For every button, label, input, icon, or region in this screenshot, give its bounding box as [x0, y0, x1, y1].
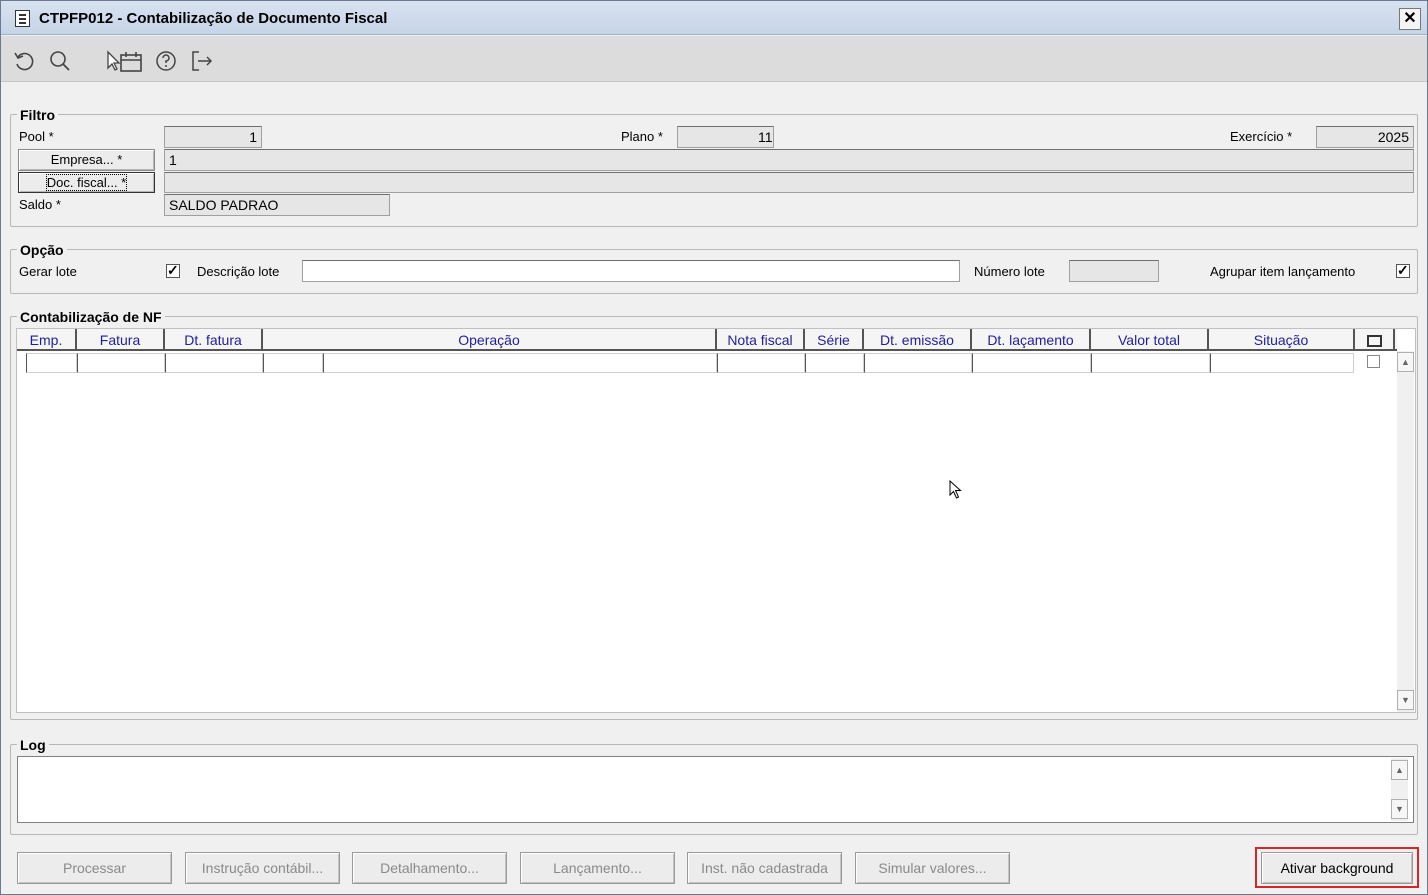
title-bar: CTPFP012 - Contabilização de Documento F…	[1, 1, 1427, 35]
simular-valores-button[interactable]: Simular valores...	[855, 852, 1010, 884]
empresa-field[interactable]: 1	[164, 149, 1414, 171]
scroll-up-icon[interactable]: ▲	[1397, 352, 1414, 372]
opcao-legend: Opção	[17, 242, 67, 258]
plano-label: Plano *	[621, 129, 663, 144]
gerar-lote-checkbox[interactable]	[166, 262, 180, 279]
nf-grid[interactable]: Emp. Fatura Dt. fatura Operação Nota fis…	[16, 328, 1416, 713]
col-situacao[interactable]: Situação	[1209, 329, 1355, 351]
pool-field[interactable]: 1	[164, 126, 262, 148]
col-dt-lancamento[interactable]: Dt. laçamento	[972, 329, 1091, 351]
col-serie[interactable]: Série	[805, 329, 864, 351]
cell-dt-lancamento[interactable]	[972, 353, 1091, 373]
cell-situacao[interactable]	[1210, 353, 1354, 373]
saldo-field[interactable]: SALDO PADRAO	[164, 194, 390, 216]
main-window: CTPFP012 - Contabilização de Documento F…	[0, 0, 1428, 895]
col-emp[interactable]: Emp.	[17, 329, 77, 351]
cell-dt-fatura[interactable]	[165, 353, 263, 373]
numero-lote-label: Número lote	[974, 264, 1045, 279]
contabilizacao-legend: Contabilização de NF	[17, 309, 165, 325]
descricao-lote-input[interactable]	[302, 260, 960, 282]
doc-fiscal-field[interactable]	[164, 172, 1414, 193]
processar-button[interactable]: Processar	[17, 852, 172, 884]
empresa-button-label: Empresa... *	[50, 152, 123, 167]
instrucao-contabil-button[interactable]: Instrução contábil...	[185, 852, 340, 884]
scroll-down-icon[interactable]: ▼	[1397, 690, 1414, 710]
gerar-lote-label: Gerar lote	[19, 264, 77, 279]
grid-scrollbar[interactable]: ▲ ▼	[1397, 351, 1414, 712]
grid-header: Emp. Fatura Dt. fatura Operação Nota fis…	[17, 329, 1397, 351]
empresa-button[interactable]: Empresa... *	[18, 149, 155, 171]
undo-icon[interactable]	[11, 48, 37, 74]
log-scrollbar[interactable]: ▲ ▼	[1391, 758, 1408, 821]
filtro-legend: Filtro	[17, 107, 58, 123]
ativar-background-button[interactable]: Ativar background	[1261, 852, 1413, 884]
select-all-icon	[1366, 335, 1382, 348]
row-checkbox[interactable]	[1367, 355, 1380, 368]
log-textarea[interactable]	[17, 756, 1414, 823]
toolbar	[1, 36, 1427, 82]
exit-icon[interactable]	[189, 48, 215, 74]
inst-nao-cadastrada-button[interactable]: Inst. não cadastrada	[687, 852, 842, 884]
log-legend: Log	[17, 737, 49, 753]
col-select-all[interactable]	[1355, 329, 1395, 351]
cell-operacao[interactable]	[323, 353, 717, 373]
doc-fiscal-button[interactable]: Doc. fiscal... *	[18, 172, 155, 193]
col-dt-emissao[interactable]: Dt. emissão	[864, 329, 972, 351]
doc-fiscal-button-label: Doc. fiscal... *	[45, 174, 128, 191]
col-fatura[interactable]: Fatura	[77, 329, 165, 351]
select-calendar-icon[interactable]	[105, 48, 145, 74]
agrupar-checkbox[interactable]	[1396, 262, 1410, 279]
agrupar-label: Agrupar item lançamento	[1210, 264, 1356, 279]
cell-fatura[interactable]	[77, 353, 165, 373]
pool-label: Pool *	[19, 129, 54, 144]
cell-valor-total[interactable]	[1091, 353, 1210, 373]
lancamento-button[interactable]: Lançamento...	[520, 852, 675, 884]
plano-field[interactable]: 11	[677, 126, 774, 148]
log-scroll-down-icon[interactable]: ▼	[1391, 799, 1408, 819]
col-valor-total[interactable]: Valor total	[1091, 329, 1209, 351]
log-scroll-up-icon[interactable]: ▲	[1391, 760, 1408, 780]
help-icon[interactable]	[153, 48, 179, 74]
col-operacao[interactable]: Operação	[263, 329, 717, 351]
saldo-label: Saldo *	[19, 197, 61, 212]
detalhamento-button[interactable]: Detalhamento...	[352, 852, 507, 884]
exercicio-label: Exercício *	[1230, 129, 1293, 144]
close-button[interactable]: ✕	[1399, 8, 1421, 30]
exercicio-field[interactable]: 2025	[1316, 126, 1414, 148]
cell-serie[interactable]	[805, 353, 864, 373]
mouse-cursor-icon	[949, 479, 963, 500]
cell-dt-emissao[interactable]	[864, 353, 972, 373]
search-icon[interactable]	[47, 48, 73, 74]
numero-lote-field[interactable]	[1069, 260, 1159, 282]
cell-operacao-code[interactable]	[263, 353, 323, 373]
col-nota-fiscal[interactable]: Nota fiscal	[717, 329, 805, 351]
cell-nota-fiscal[interactable]	[717, 353, 805, 373]
col-dt-fatura[interactable]: Dt. fatura	[165, 329, 263, 351]
descricao-lote-label: Descrição lote	[197, 264, 280, 279]
document-icon	[15, 10, 30, 27]
cell-emp[interactable]	[26, 353, 77, 373]
window-title: CTPFP012 - Contabilização de Documento F…	[39, 10, 388, 27]
